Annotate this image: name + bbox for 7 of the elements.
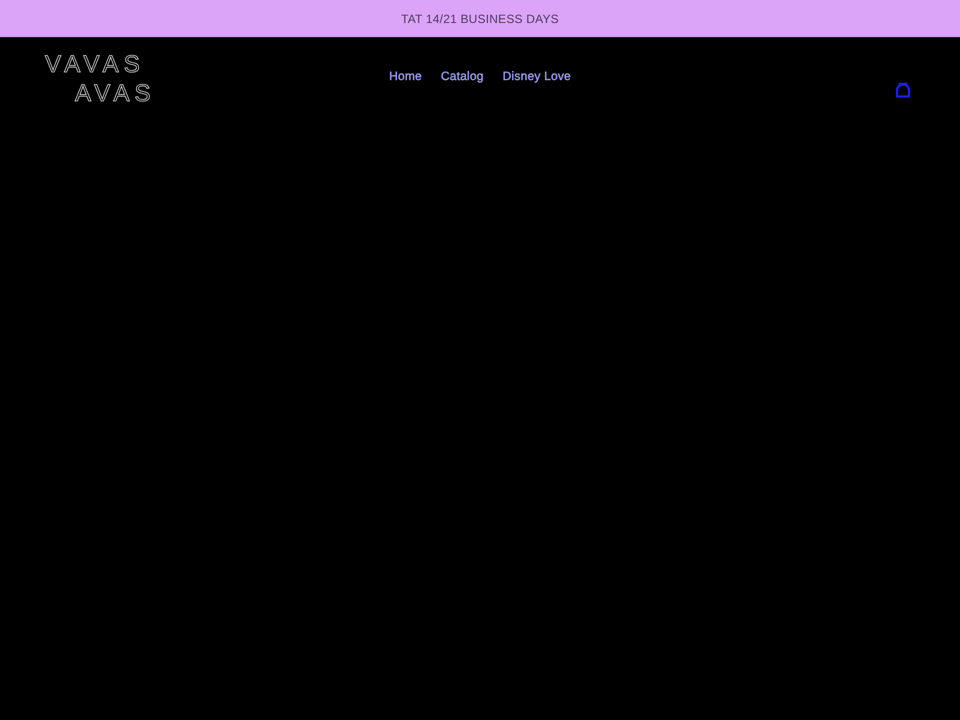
cart-bag-icon[interactable] [895,82,911,98]
nav-link[interactable]: Catalog [440,69,484,83]
announcement-text: TAT 14/21 BUSINESS DAYS [401,12,559,26]
nav-link[interactable]: Home [389,69,422,83]
logo-text: AVAS [75,79,156,108]
nav-link[interactable]: Disney Love [502,69,571,83]
logo-text: VAVAS [45,50,145,79]
